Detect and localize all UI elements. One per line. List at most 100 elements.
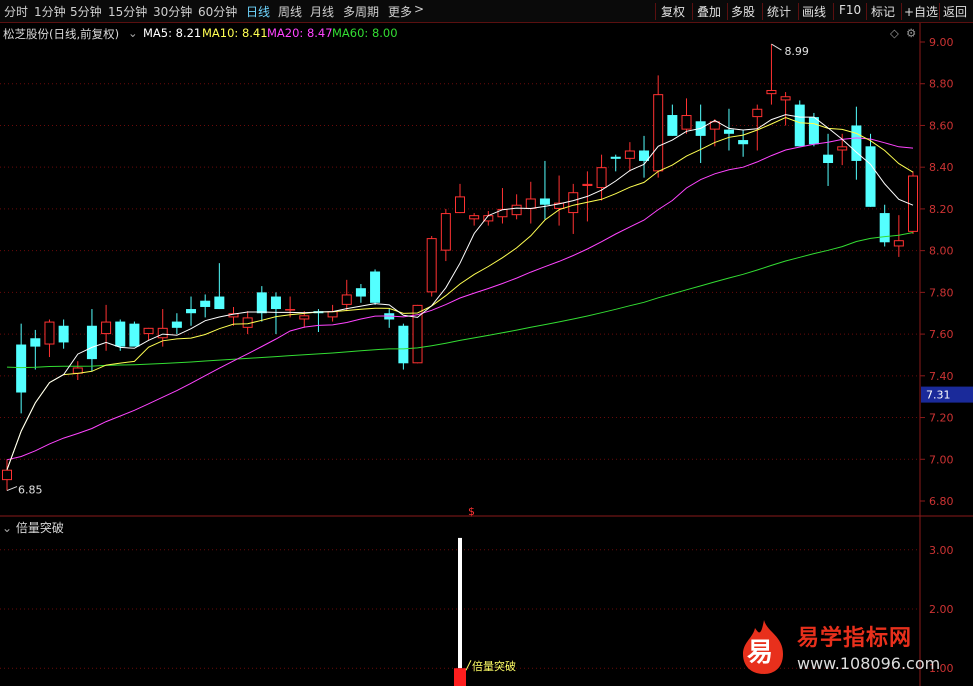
- candle: [483, 210, 494, 226]
- candle: [327, 304, 338, 322]
- candle-body: [879, 213, 890, 243]
- candle-body: [723, 129, 734, 134]
- candle: [86, 309, 97, 372]
- high-price-label: 8.99: [784, 45, 809, 58]
- candle-body: [2, 469, 12, 481]
- candle: [426, 236, 437, 297]
- collapse-icon[interactable]: ⌄: [2, 521, 12, 535]
- candle: [596, 154, 607, 201]
- watermark-logo: 易 易学指标网 www.108096.com: [735, 612, 965, 682]
- candle-body: [610, 156, 621, 159]
- candle: [398, 323, 409, 370]
- candle-body: [738, 140, 749, 145]
- candle: [186, 296, 197, 326]
- high-marker: [771, 43, 782, 51]
- candle-body: [837, 146, 848, 151]
- candle: [455, 183, 465, 214]
- candle: [554, 175, 565, 226]
- candle-body: [582, 183, 593, 186]
- candle: [780, 92, 791, 126]
- candle: [200, 294, 211, 318]
- candle: [752, 104, 763, 151]
- candle: [525, 181, 536, 224]
- candle-body: [186, 309, 197, 314]
- candle-body: [426, 238, 437, 293]
- candle-body: [865, 146, 876, 207]
- indicator-panel-title: ⌄ 倍量突破: [2, 519, 64, 536]
- candle-body: [157, 327, 168, 339]
- signal-red-bar: [454, 668, 466, 686]
- candle: [865, 133, 876, 207]
- candle-body: [129, 323, 140, 347]
- candle: [370, 269, 381, 305]
- candle: [667, 104, 678, 136]
- candle: [808, 112, 819, 147]
- candle-body: [596, 167, 607, 189]
- candle-body: [568, 192, 579, 214]
- candle-body: [86, 325, 97, 360]
- candle: [469, 213, 480, 226]
- y-tick-label: 8.20: [929, 203, 954, 216]
- candle-body: [752, 108, 763, 118]
- ma10-line: [6, 116, 914, 470]
- y-tick-label: 7.60: [929, 328, 954, 341]
- candle: [837, 133, 848, 166]
- candle-body: [44, 321, 55, 345]
- candle: [129, 321, 140, 347]
- candle: [497, 188, 508, 224]
- candle: [384, 309, 395, 328]
- signal-marker-symbol: $: [468, 505, 475, 518]
- sub-y-tick-label: 3.00: [929, 544, 954, 557]
- logo-title: 易学指标网: [797, 626, 913, 651]
- candle: [511, 194, 522, 220]
- candle-body: [893, 240, 904, 247]
- candle-body: [171, 321, 182, 328]
- y-tick-label: 6.80: [929, 495, 954, 508]
- y-tick-label: 8.00: [929, 245, 954, 258]
- y-tick-label: 8.80: [929, 78, 954, 91]
- candle-body: [794, 104, 805, 147]
- candle: [228, 306, 239, 326]
- candle: [440, 208, 451, 262]
- candle-body: [355, 288, 366, 297]
- candle-body: [539, 198, 550, 205]
- candle: [723, 108, 734, 151]
- candle-body: [469, 215, 480, 220]
- candle: [568, 183, 579, 234]
- candle: [355, 284, 366, 303]
- candle: [214, 263, 225, 310]
- candle-body: [256, 292, 267, 314]
- y-tick-label: 9.00: [929, 36, 954, 49]
- candle-body: [270, 296, 281, 310]
- candle-body: [370, 271, 381, 303]
- candle-body: [285, 309, 296, 311]
- candle-body: [709, 121, 720, 130]
- candle: [695, 104, 706, 164]
- indicator-name: 倍量突破: [15, 521, 64, 535]
- signal-white-bar: [458, 537, 462, 669]
- candle-body: [681, 115, 692, 130]
- candle: [16, 323, 27, 414]
- y-tick-label: 7.00: [929, 453, 954, 466]
- y-tick-label: 7.40: [929, 370, 954, 383]
- candle: [610, 154, 621, 172]
- y-tick-label: 7.20: [929, 412, 954, 425]
- candlestick-chart[interactable]: 9.00 8.80 8.60 8.40 8.20 8.00 7.80 7.60 7.40 7.20…: [0, 0, 973, 686]
- ma60-line: [6, 232, 914, 369]
- candle: [171, 313, 182, 335]
- candle: [30, 329, 41, 370]
- candle: [256, 286, 267, 322]
- candle: [539, 160, 550, 220]
- candle-body: [30, 338, 41, 347]
- candle: [72, 361, 83, 380]
- candle-body: [115, 321, 126, 347]
- candle: [341, 279, 352, 312]
- candle-body: [823, 154, 834, 164]
- candle-body: [653, 94, 664, 172]
- logo-badge-char: 易: [747, 638, 774, 668]
- y-tick-label: 8.40: [929, 161, 954, 174]
- candle: [270, 292, 281, 335]
- candle-body: [624, 150, 635, 159]
- candle-body: [341, 294, 352, 305]
- signal-label: 倍量突破: [472, 659, 516, 673]
